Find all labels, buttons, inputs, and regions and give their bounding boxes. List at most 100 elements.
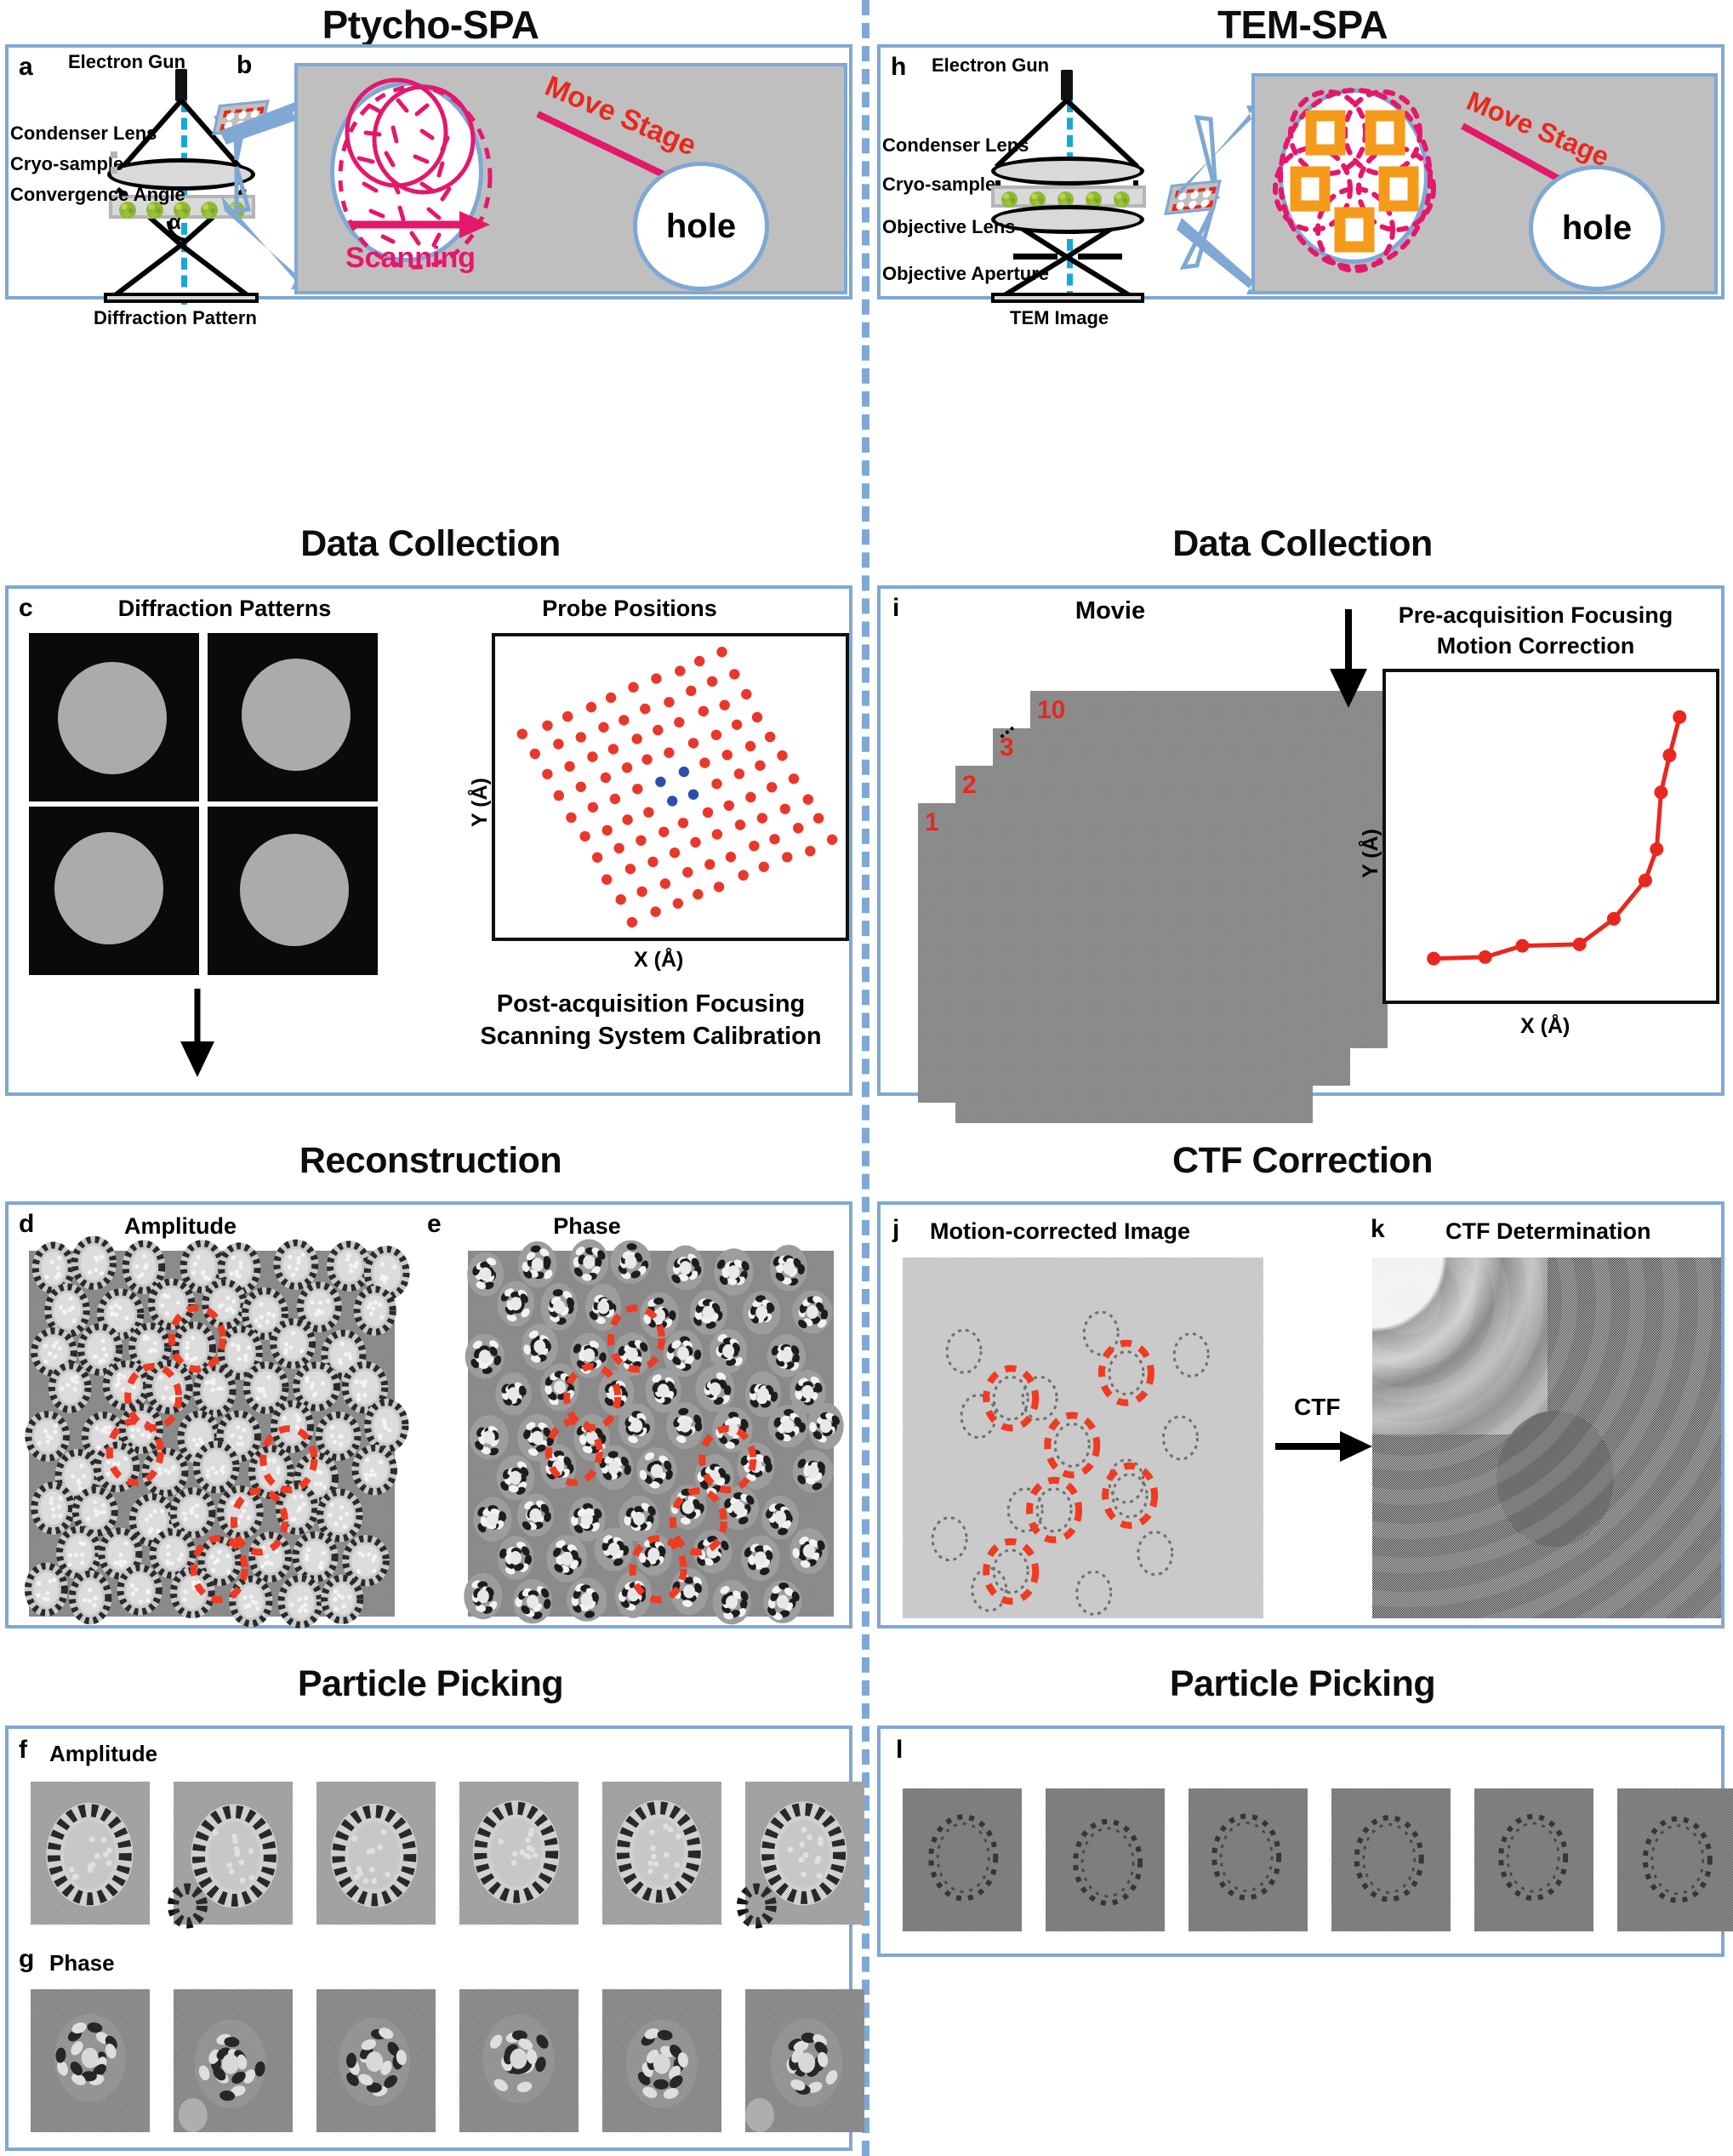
probe-positions-plot xyxy=(492,633,849,941)
particle-thumbnail xyxy=(174,1989,293,2132)
label-objective-aperture-h: Objective Aperture xyxy=(882,263,1050,284)
diffraction-disc xyxy=(54,832,163,944)
section-title-data-collection-left: Data Collection xyxy=(300,523,561,564)
diffraction-pattern-tile xyxy=(208,807,378,975)
section-title-particle-picking-right: Particle Picking xyxy=(1169,1663,1436,1704)
condenser-lens-h xyxy=(991,157,1144,185)
label-tem-image-h: TEM Image xyxy=(1010,307,1109,328)
ctf-arrow-label: CTF xyxy=(1294,1394,1341,1420)
motion-plot-xlabel: X (Å) xyxy=(1520,1014,1571,1038)
label-objective-lens-h: Objective Lens xyxy=(882,216,1016,237)
particle-thumbnail xyxy=(1474,1788,1593,1931)
panel-a-b: a Electron Gun Condenser Lens Cryo-sampl… xyxy=(5,44,852,328)
diffraction-pattern-tile xyxy=(208,633,378,801)
ctf-determination-image xyxy=(1372,1258,1721,1618)
title-phase-e: Phase xyxy=(553,1213,621,1239)
spacer-a xyxy=(111,167,117,174)
motion-correction-plot xyxy=(1382,669,1719,1004)
section-title-ctf-correction: CTF Correction xyxy=(1172,1140,1433,1181)
title-amplitude-f: Amplitude xyxy=(49,1741,158,1766)
panel-l: l xyxy=(877,1725,1733,1957)
section-title-particle-picking-left: Particle Picking xyxy=(297,1663,564,1704)
particle-thumbnail xyxy=(1331,1788,1451,1931)
page-title-left: Ptycho-SPA xyxy=(322,3,539,47)
particle-thumbnail xyxy=(167,1782,293,1929)
diffraction-pattern-tile xyxy=(29,807,199,975)
flow-arrow-down-c xyxy=(180,989,214,1077)
panel-label-g: g xyxy=(19,1945,35,1973)
panel-label-k: k xyxy=(1371,1215,1385,1243)
tem-field-overlay-h xyxy=(1273,88,1436,273)
hole-h: hole xyxy=(1529,165,1665,291)
section-title-data-collection-right: Data Collection xyxy=(1172,523,1433,564)
panel-j-k: j Motion-corrected Image CTF k CTF Deter… xyxy=(877,1201,1724,1628)
objective-aperture-right xyxy=(1078,254,1122,260)
title-diffraction-patterns: Diffraction Patterns xyxy=(117,596,332,621)
diffraction-disc xyxy=(240,834,349,946)
particle-thumbnail xyxy=(903,1788,1022,1931)
panel-label-f: f xyxy=(19,1736,27,1764)
panel-f-g: f Amplitude g Phase xyxy=(5,1725,864,2151)
panel-label-c: c xyxy=(19,594,33,622)
panel-h: h Electron Gun Condenser Lens Cryo-sampl… xyxy=(877,44,1724,328)
particle-thumbnail xyxy=(744,1989,864,2132)
diffraction-disc xyxy=(58,662,167,774)
reconstruction-phase-image xyxy=(464,1239,844,1625)
title-phase-g: Phase xyxy=(49,1950,115,1976)
movie-frame-label-10: 10 xyxy=(1037,696,1066,724)
title-ctf-determination: CTF Determination xyxy=(1445,1218,1651,1244)
caption-post-acquisition: Post-acquisition Focusing xyxy=(496,990,806,1018)
stage-area-b: Move Stage Scanning hole xyxy=(294,63,847,294)
sample-particle xyxy=(1001,191,1018,208)
scanning-arrow-b xyxy=(351,211,490,238)
stage-area-h: Move Stage hole xyxy=(1251,73,1718,294)
reconstruction-amplitude-image xyxy=(24,1235,410,1628)
panel-d-e: d Amplitude e Phase xyxy=(5,1201,852,1628)
motion-corrected-image xyxy=(903,1258,1263,1618)
particle-thumbnail xyxy=(31,1782,150,1925)
particle-thumbnail xyxy=(1189,1788,1308,1931)
label-diffraction-pattern-a: Diffraction Pattern xyxy=(94,307,257,328)
probe-positions-scatter xyxy=(516,647,838,928)
particle-thumbnail xyxy=(602,1989,721,2132)
diffraction-pattern-tile xyxy=(29,633,199,801)
particle-thumbnail xyxy=(602,1782,721,1925)
label-convergence-angle-a: Convergence Angle xyxy=(10,184,185,205)
ctf-arrow xyxy=(1275,1431,1372,1462)
panel-label-i: i xyxy=(892,594,900,622)
label-condenser-lens-h: Condenser Lens xyxy=(882,134,1029,156)
sample-particle xyxy=(1114,191,1130,208)
panel-label-j: j xyxy=(892,1215,900,1243)
picked-particles-j xyxy=(931,1310,1210,1616)
objective-aperture-left xyxy=(1013,254,1057,260)
panel-label-e: e xyxy=(427,1210,442,1238)
motion-plot-ylabel: Y (Å) xyxy=(1359,829,1382,878)
panel-c: c Diffraction Patterns Probe Positions Y… xyxy=(5,585,852,1096)
particle-thumbnail xyxy=(736,1782,864,1929)
movie-frame-label-2: 2 xyxy=(962,771,977,799)
probe-plot-xlabel: X (Å) xyxy=(634,948,684,972)
amplitude-particle-field xyxy=(24,1235,410,1628)
diffraction-disc xyxy=(242,659,351,771)
particle-thumbnail xyxy=(459,1782,579,1925)
particle-thumbnail xyxy=(1046,1788,1165,1931)
ctf-thon-rings xyxy=(1372,1258,1721,1618)
title-amplitude-d: Amplitude xyxy=(124,1213,237,1239)
phase-particle-field xyxy=(464,1239,844,1625)
label-scanning-b: Scanning xyxy=(345,242,476,274)
particle-thumbnail xyxy=(316,1782,436,1925)
particle-thumbnail xyxy=(31,1989,150,2132)
column-ptycho-spa: Ptycho-SPA a Electron Gun Condenser Lens xyxy=(0,0,864,2156)
particle-thumbnail xyxy=(1617,1788,1733,1931)
movie-frame-label-1: 1 xyxy=(925,808,939,836)
tem-image-detector-h xyxy=(991,293,1144,303)
probe-plot-ylabel: Y (Å) xyxy=(468,778,492,827)
title-motion-corrected-image: Motion-corrected Image xyxy=(930,1218,1191,1244)
motion-correction-trace xyxy=(1427,710,1687,966)
panel-i: i Movie 10 3 2 1 ... Pre-acquisition Foc… xyxy=(877,585,1724,1123)
label-cryo-sample-h: Cryo-sample xyxy=(882,174,996,195)
panel-label-b: b xyxy=(237,51,253,79)
column-tem-spa: TEM-SPA h Electron Gun Condenser Lens Cr… xyxy=(872,0,1733,2156)
section-title-reconstruction: Reconstruction xyxy=(299,1140,562,1181)
particle-thumbnail xyxy=(316,1989,436,2132)
